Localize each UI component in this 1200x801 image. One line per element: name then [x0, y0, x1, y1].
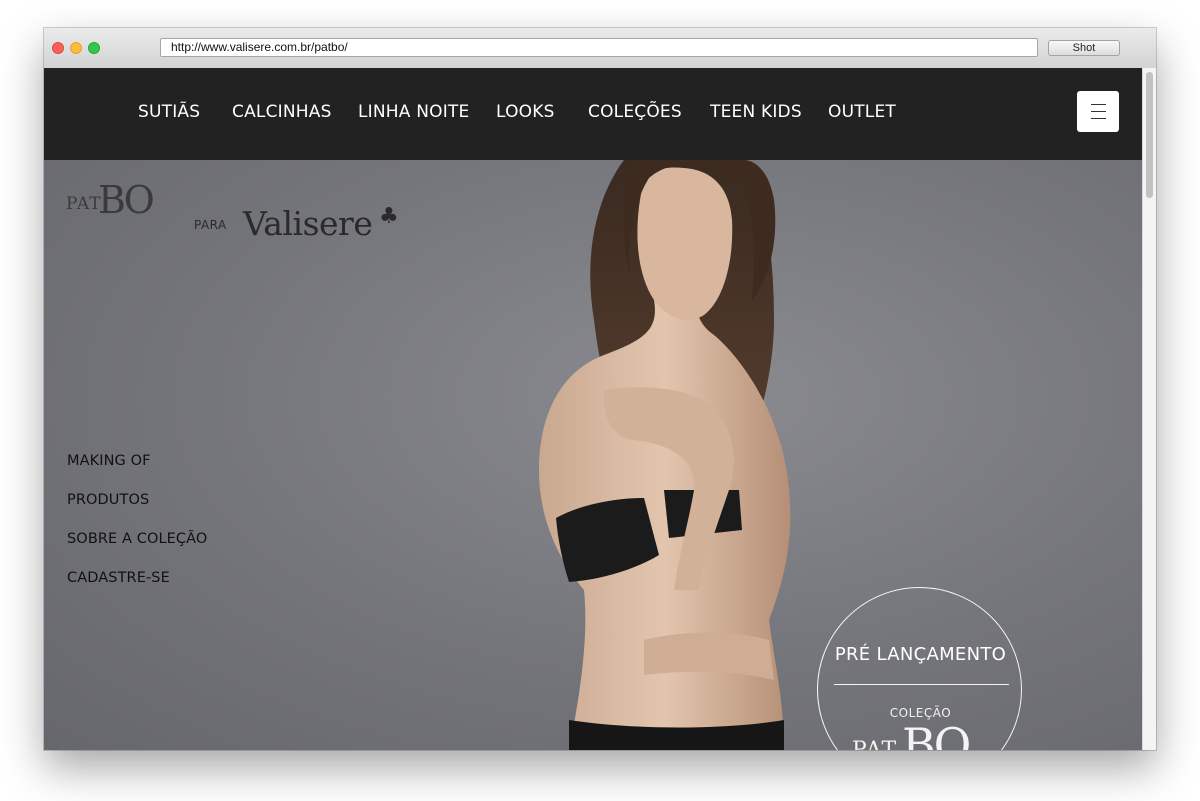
- nav-item-teen-kids[interactable]: TEEN KIDS: [710, 102, 802, 122]
- nav-item-sutias[interactable]: SUTIÃS: [138, 102, 200, 122]
- badge-title: PRÉ LANÇAMENTO: [834, 644, 1007, 665]
- hero-banner: PAT BO PARA Valisere ♣ MAKING OF PRODUTO…: [44, 160, 1142, 750]
- nav-item-outlet[interactable]: OUTLET: [828, 102, 896, 122]
- logo-para-text: PARA: [194, 218, 227, 232]
- hamburger-menu-button[interactable]: [1077, 91, 1119, 132]
- shot-button[interactable]: Shot: [1048, 40, 1120, 56]
- scrollbar-thumb[interactable]: [1146, 72, 1153, 198]
- logo-pat-text: PAT: [66, 194, 102, 214]
- nav-item-calcinhas[interactable]: CALCINHAS: [232, 102, 332, 122]
- club-icon: ♣: [379, 204, 399, 229]
- page-viewport: SUTIÃS CALCINHAS LINHA NOITE LOOKS COLEÇ…: [44, 68, 1142, 750]
- badge-logo-pat: PAT: [852, 738, 897, 750]
- logo-bo-text: BO: [98, 178, 155, 222]
- pre-launch-badge[interactable]: PRÉ LANÇAMENTO COLEÇÃO PAT BO: [817, 587, 1022, 750]
- side-link-cadastre-se[interactable]: CADASTRE-SE: [67, 570, 170, 586]
- logo-valisere-text: Valisere: [243, 204, 373, 243]
- nav-item-linha-noite[interactable]: LINHA NOITE: [358, 102, 469, 122]
- browser-titlebar: http://www.valisere.com.br/patbo/ Shot: [44, 28, 1156, 69]
- vertical-scrollbar[interactable]: [1142, 68, 1156, 750]
- side-link-making-of[interactable]: MAKING OF: [67, 453, 151, 469]
- nav-item-looks[interactable]: LOOKS: [496, 102, 555, 122]
- model-photo: [539, 160, 791, 750]
- side-link-produtos[interactable]: PRODUTOS: [67, 492, 149, 508]
- nav-item-colecoes[interactable]: COLEÇÕES: [588, 102, 682, 122]
- minimize-window-button[interactable]: [70, 42, 82, 54]
- browser-window: http://www.valisere.com.br/patbo/ Shot S…: [44, 28, 1156, 750]
- close-window-button[interactable]: [52, 42, 64, 54]
- address-bar[interactable]: http://www.valisere.com.br/patbo/: [160, 38, 1038, 57]
- badge-logo-bo: BO: [902, 718, 971, 750]
- hamburger-icon: [1091, 104, 1106, 105]
- side-link-sobre-colecao[interactable]: SOBRE A COLEÇÃO: [67, 531, 207, 547]
- badge-divider: [834, 684, 1009, 685]
- zoom-window-button[interactable]: [88, 42, 100, 54]
- top-navigation: SUTIÃS CALCINHAS LINHA NOITE LOOKS COLEÇ…: [44, 68, 1142, 160]
